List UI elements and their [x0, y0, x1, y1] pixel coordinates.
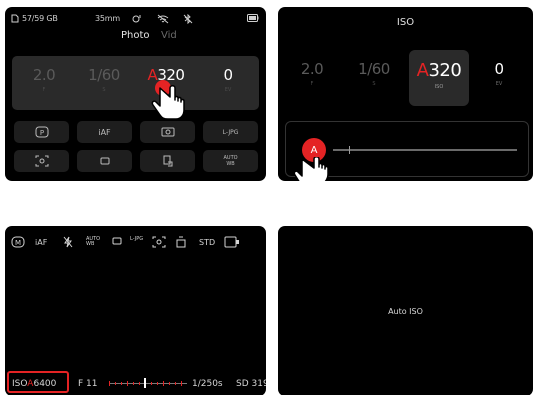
- iso-readout[interactable]: ISOA6400: [12, 379, 56, 389]
- shots-remaining: SD 319: [236, 379, 266, 389]
- mode-tabs: Photo Vid: [5, 30, 266, 46]
- metering-mode-button[interactable]: [14, 150, 69, 172]
- file-format-label: L-JPG: [222, 128, 239, 136]
- shutter-label: S: [372, 81, 376, 87]
- bluetooth-off-icon: [183, 13, 193, 26]
- shutter-value: 1/60: [358, 60, 390, 78]
- aperture-label: F: [310, 81, 314, 87]
- touch-hand-icon: [293, 157, 329, 181]
- aperture-label: F: [42, 87, 46, 93]
- iso-setting[interactable]: A320 ISO: [415, 60, 463, 90]
- stabilization-icon: [163, 155, 172, 167]
- ev-label: EV: [495, 81, 503, 87]
- ev-setting[interactable]: 0 EV: [204, 66, 252, 93]
- gps-icon: [131, 14, 143, 26]
- shutter-value: 1/60: [88, 66, 120, 84]
- quick-settings-grid: P iAF L-JPG AUTO WB: [14, 121, 259, 175]
- aperture-setting[interactable]: 2.0 F: [20, 66, 68, 93]
- battery-icon: [247, 14, 259, 24]
- shutter-readout: 1/250s: [192, 379, 223, 389]
- multi-field-metering-icon: [35, 155, 48, 167]
- aperture-readout: F 11: [78, 379, 98, 389]
- storage-remaining: 57/59 GB: [22, 14, 58, 23]
- screen-mode-icon: [224, 236, 240, 250]
- iso-menu-screen: ISO 2.0 F 1/60 S A320 ISO 0 EV A: [278, 7, 533, 181]
- exposure-mode-button[interactable]: P: [14, 121, 69, 143]
- ev-setting[interactable]: 0 EV: [475, 60, 523, 87]
- focus-mode-button[interactable]: iAF: [77, 121, 132, 143]
- svg-text:P: P: [39, 129, 43, 137]
- manual-mode-icon: M: [11, 236, 25, 250]
- iso-slider-track[interactable]: [333, 146, 517, 154]
- ev-value: 0: [223, 66, 233, 84]
- single-shot-icon: [112, 236, 122, 248]
- aperture-setting[interactable]: 2.0 F: [288, 60, 336, 87]
- iso-label: ISO: [434, 84, 444, 90]
- live-view-screen: M iAF AUTO WB L-JPG STD ISOA6400 F 11 1/…: [5, 226, 266, 395]
- metering-mode-icon: [152, 236, 166, 250]
- program-mode-icon: P: [35, 126, 48, 138]
- camera-menu-screen: 57/59 GB 35mm Photo Vid 2.0 F 1/60 S A32…: [5, 7, 266, 181]
- white-balance-label: AUTO WB: [223, 155, 238, 167]
- live-view-info-bar: ISOA6400 F 11 1/250s SD 319: [5, 372, 266, 395]
- auto-iso-message: Auto ISO: [388, 307, 423, 316]
- iso-auto-knob-label: A: [310, 144, 318, 156]
- film-style-indicator: STD: [199, 238, 216, 247]
- single-shot-icon: [100, 157, 109, 165]
- lens-focal-length: 35mm: [95, 14, 120, 23]
- tab-photo[interactable]: Photo: [121, 30, 150, 41]
- svg-text:M: M: [15, 239, 21, 247]
- ev-label: EV: [224, 87, 232, 93]
- white-balance-indicator: AUTO WB: [86, 236, 101, 247]
- stabilization-button[interactable]: [140, 150, 195, 172]
- ev-value: 0: [494, 60, 504, 78]
- iso-value: A320: [415, 60, 463, 81]
- exposure-panel: 2.0 F 1/60 S A320 ISO 0 EV: [12, 56, 259, 110]
- touch-hand-icon: [151, 80, 185, 120]
- drive-icon: [176, 236, 186, 250]
- drive-mode-button[interactable]: [77, 150, 132, 172]
- aperture-value: 2.0: [300, 60, 324, 78]
- status-bar: 57/59 GB 35mm: [5, 7, 266, 29]
- tab-video[interactable]: Vid: [161, 30, 177, 41]
- focus-mode-indicator: iAF: [35, 238, 48, 247]
- focus-mode-label: iAF: [98, 127, 111, 137]
- shutter-setting[interactable]: 1/60 S: [80, 66, 128, 93]
- sd-card-icon: [11, 14, 19, 25]
- aperture-value: 2.0: [32, 66, 56, 84]
- live-view-status-bar: M iAF AUTO WB L-JPG STD: [5, 232, 266, 248]
- flash-off-icon: [63, 236, 73, 250]
- iso-readout-label: ISO: [12, 379, 28, 389]
- iso-number: 320: [428, 60, 462, 81]
- metering-icon: [161, 127, 174, 137]
- iso-menu-title: ISO: [396, 17, 415, 28]
- wifi-icon: [157, 14, 169, 26]
- shutter-setting[interactable]: 1/60 S: [350, 60, 398, 87]
- iso-readout-value: 6400: [33, 379, 57, 389]
- shutter-label: S: [102, 87, 106, 93]
- file-format-button[interactable]: L-JPG: [203, 121, 258, 143]
- file-format-indicator: L-JPG: [130, 236, 144, 242]
- auto-iso-screen: Auto ISO: [278, 226, 533, 395]
- iso-slider-tick: [349, 146, 350, 154]
- white-balance-button[interactable]: AUTO WB: [203, 150, 258, 172]
- iso-auto-prefix: A: [416, 60, 429, 81]
- exposure-scale: [109, 378, 187, 388]
